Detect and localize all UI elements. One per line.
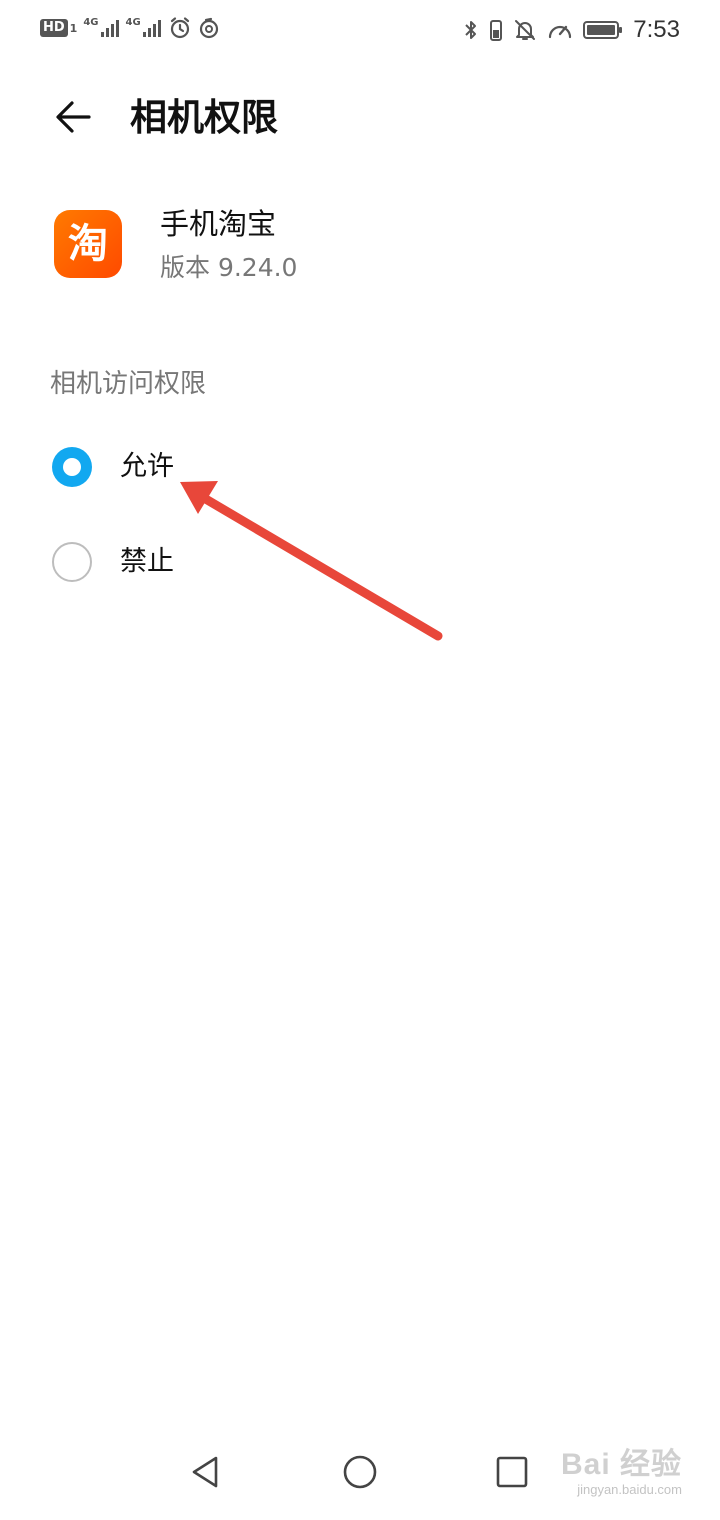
battery-icon [583,21,623,39]
watermark-main: Bai 经验 [560,1448,682,1481]
speedometer-icon [549,25,572,39]
status-bar-left: HD 1 4G 4G [40,16,220,40]
network-type-label: 4G [125,17,141,28]
app-icon-glyph: 淘 [68,221,108,267]
signal-group-2: 4G [126,18,162,38]
radio-allow-checked[interactable] [52,447,92,487]
alarm-clock-icon [170,17,189,39]
option-allow-label: 允许 [120,451,174,482]
status-bar-right: 7:53 [463,16,680,44]
app-name: 手机淘宝 [160,207,277,241]
app-version: 版本 9.24.0 [160,253,298,282]
circle-home-icon [343,1455,377,1489]
network-type-label: 4G [83,17,99,28]
status-bar: HD 1 4G 4G 7:53 [0,0,720,60]
signal-strength-icon [100,20,119,37]
baidu-watermark: Bai 经验 jingyan.baidu.com [561,1448,682,1498]
option-deny[interactable]: 禁止 [0,518,720,608]
mute-notification-icon [515,20,536,40]
watermark-url: jingyan.baidu.com [577,1482,682,1497]
signal-strength-icon [142,20,161,37]
back-button[interactable] [48,92,98,142]
nav-recents-button[interactable] [484,1444,540,1500]
taobao-app-icon: 淘 [54,210,122,278]
nav-back-button[interactable] [178,1444,234,1500]
bluetooth-icon [465,21,477,39]
hd-badge: HD [40,19,68,37]
phone-battery-icon [490,20,503,41]
option-allow[interactable]: 允许 [0,422,720,512]
music-app-icon [199,17,218,39]
page-title: 相机权限 [130,96,278,139]
section-label: 相机访问权限 [50,369,207,399]
triangle-back-icon [192,1456,218,1488]
radio-deny-unchecked[interactable] [52,542,92,582]
square-recents-icon [496,1456,528,1488]
arrow-left-icon [56,101,91,133]
sim-slot-number: 1 [69,21,78,35]
nav-home-button[interactable] [332,1444,388,1500]
signal-group-1: 4G [83,18,119,38]
clock-time: 7:53 [633,16,680,43]
option-deny-label: 禁止 [120,546,174,577]
